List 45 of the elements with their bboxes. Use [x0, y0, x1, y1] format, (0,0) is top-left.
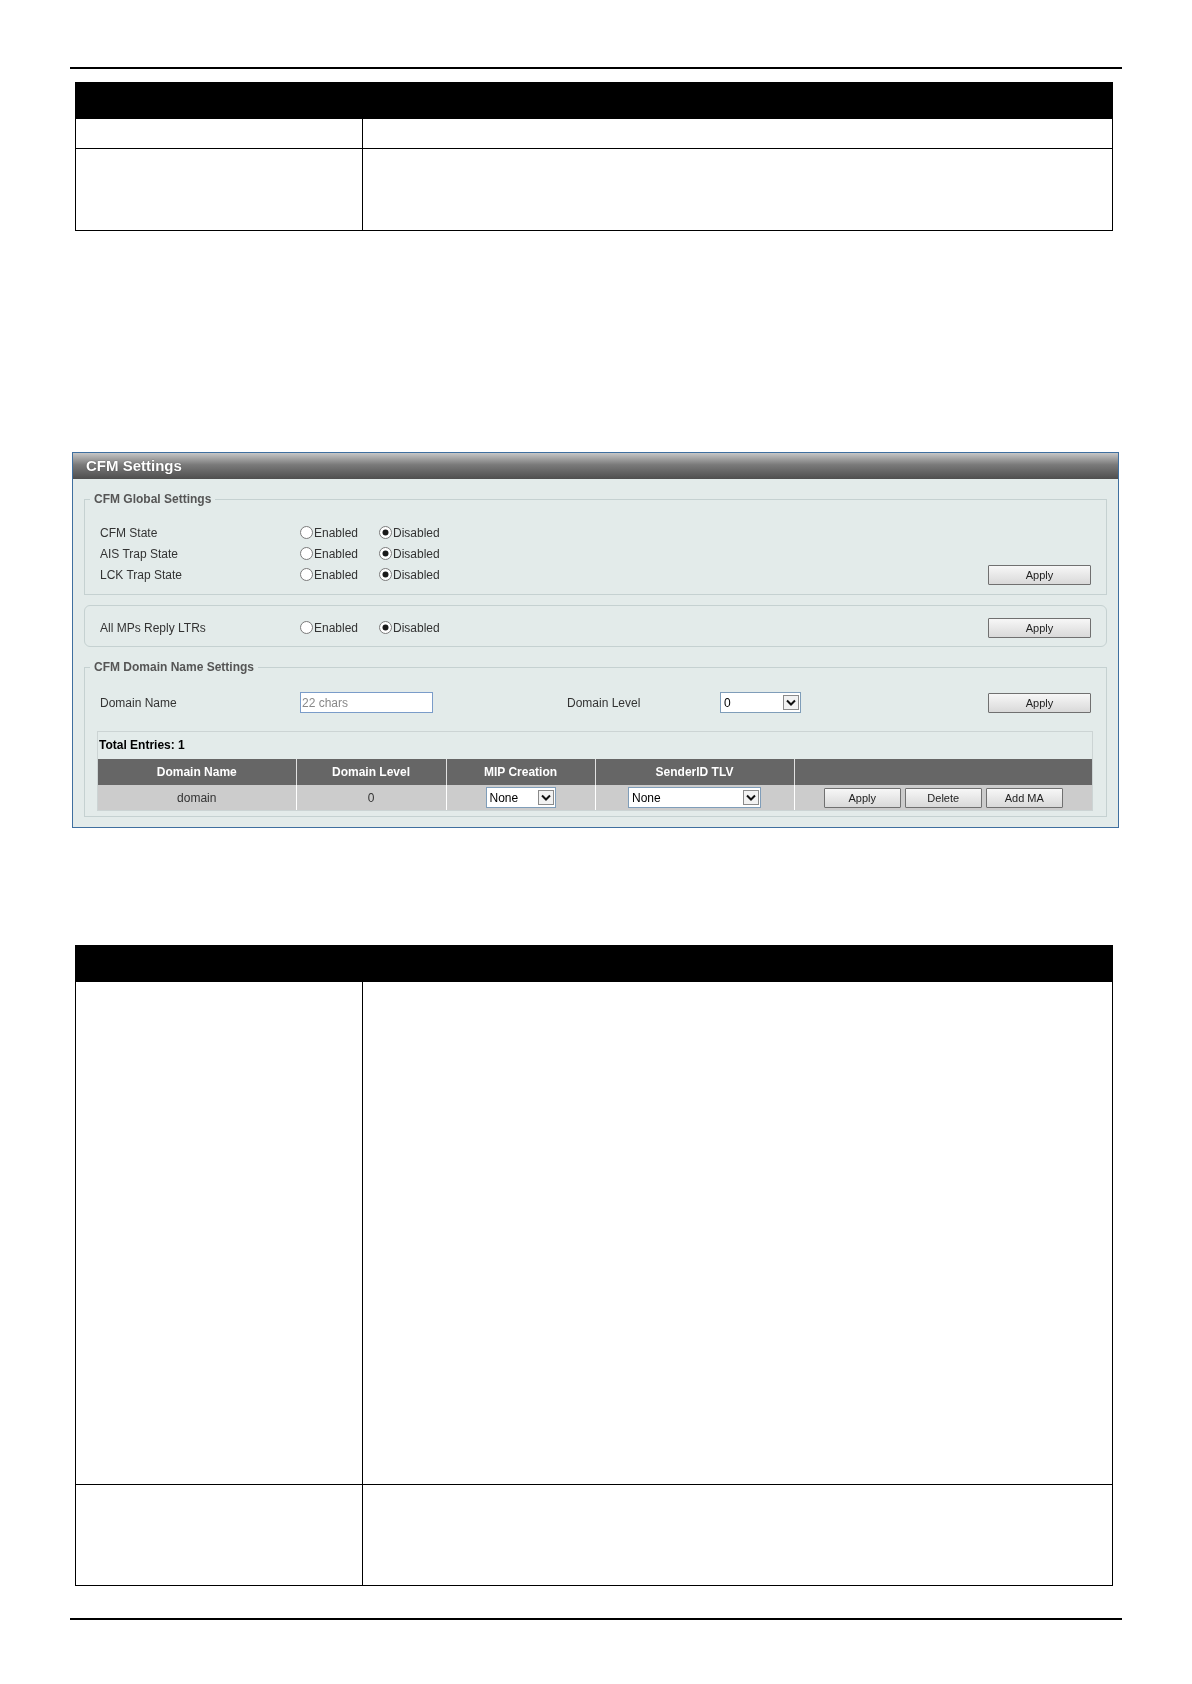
group-legend: CFM Domain Name Settings [90, 660, 259, 674]
field-label: Domain Level [567, 695, 642, 710]
dropdown[interactable]: None [628, 787, 761, 808]
radio-option[interactable]: Enabled [300, 525, 379, 540]
column-header: SenderID TLV [595, 759, 794, 785]
field-label: All MPs Reply LTRs [100, 620, 207, 635]
apply-button[interactable]: Apply [988, 617, 1091, 638]
action-button[interactable]: Apply [823, 787, 901, 808]
radio-icon[interactable] [379, 621, 392, 634]
field-label: Domain Name [100, 695, 178, 710]
field-label: CFM State [100, 525, 159, 540]
dropdown[interactable]: 0 [720, 692, 801, 713]
action-button[interactable]: Delete [904, 787, 982, 808]
radio-option[interactable]: Enabled [300, 620, 379, 635]
group-legend: CFM Global Settings [90, 492, 216, 506]
radio-option[interactable]: Enabled [300, 546, 379, 561]
table-cell: domain [98, 785, 296, 810]
column-header: Domain Level [296, 759, 446, 785]
radio-option[interactable]: Disabled [379, 525, 458, 540]
radio-icon[interactable] [300, 621, 313, 634]
radio-icon[interactable] [379, 547, 392, 560]
radio-icon[interactable] [300, 547, 313, 560]
radio-icon[interactable] [379, 526, 392, 539]
radio-icon[interactable] [300, 526, 313, 539]
panel-title-bar: CFM Settings [73, 453, 1118, 479]
dropdown[interactable]: None [485, 787, 556, 808]
action-button[interactable]: Add MA [985, 787, 1063, 808]
column-header: MIP Creation [446, 759, 595, 785]
radio-icon[interactable] [379, 568, 392, 581]
chevron-down-icon [743, 790, 759, 805]
radio-icon[interactable] [300, 568, 313, 581]
entries-count: Total Entries: 1 [98, 737, 186, 754]
table-cell: 0 [296, 785, 446, 810]
apply-button[interactable]: Apply [988, 692, 1091, 713]
field-label: LCK Trap State [100, 567, 184, 582]
radio-option[interactable]: Disabled [379, 620, 458, 635]
text-field[interactable]: 22 chars [300, 692, 433, 713]
column-header: Domain Name [98, 759, 296, 785]
chevron-down-icon [537, 790, 554, 805]
radio-option[interactable]: Disabled [379, 567, 458, 582]
chevron-down-icon [783, 695, 799, 710]
radio-option[interactable]: Disabled [379, 546, 458, 561]
apply-button[interactable]: Apply [988, 565, 1091, 585]
radio-option[interactable]: Enabled [300, 567, 379, 582]
field-label: AIS Trap State [100, 546, 180, 561]
